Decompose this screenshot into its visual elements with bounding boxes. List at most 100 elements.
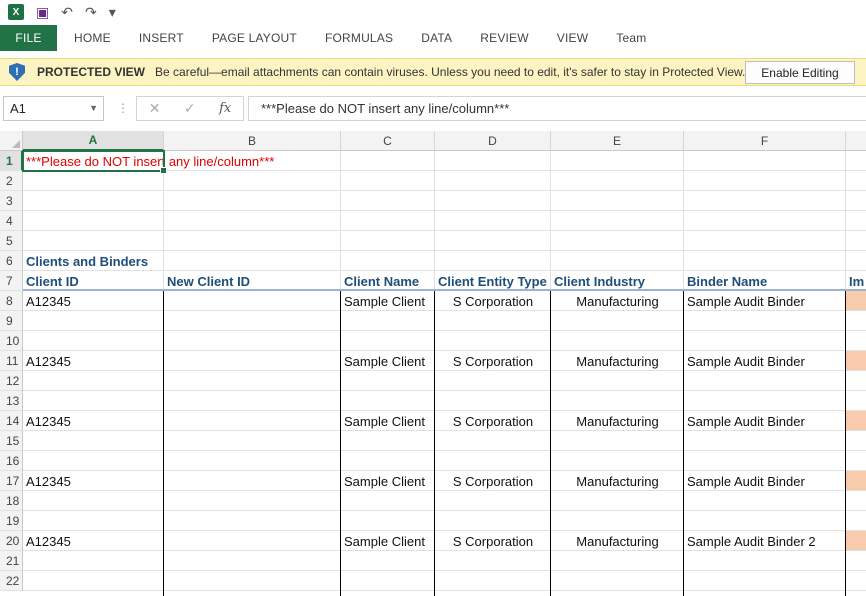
gridline-row [23, 570, 866, 571]
tab-formulas[interactable]: FORMULAS [311, 25, 407, 51]
industry-cell[interactable]: Manufacturing [551, 291, 684, 311]
column-header-c[interactable]: C [341, 131, 435, 151]
column-title[interactable]: Client Name [341, 271, 435, 291]
chevron-down-icon[interactable]: ▼ [89, 103, 98, 113]
client-id-cell[interactable]: A12345 [23, 351, 164, 371]
client-name-cell[interactable]: Sample Client [341, 471, 435, 491]
client-id-cell[interactable]: A12345 [23, 531, 164, 551]
client-id-cell[interactable]: A12345 [23, 291, 164, 311]
tab-insert[interactable]: INSERT [125, 25, 198, 51]
tab-file[interactable]: FILE [0, 25, 57, 51]
row-header-12[interactable]: 12 [0, 371, 23, 391]
binder-name-cell[interactable]: Sample Audit Binder [684, 411, 846, 431]
enable-editing-button[interactable]: Enable Editing [745, 61, 855, 84]
entity-type-cell[interactable]: S Corporation [435, 351, 551, 371]
client-name-cell[interactable]: Sample Client [341, 531, 435, 551]
row-header-20[interactable]: 20 [0, 531, 23, 551]
row-header-6[interactable]: 6 [0, 251, 23, 271]
entity-type-cell[interactable]: S Corporation [435, 471, 551, 491]
save-icon[interactable]: ▣ [36, 4, 49, 21]
column-header-d[interactable]: D [435, 131, 551, 151]
row-header-21[interactable]: 21 [0, 551, 23, 571]
row-header-19[interactable]: 19 [0, 511, 23, 531]
column-header-partial[interactable] [846, 131, 866, 151]
entity-type-cell[interactable]: S Corporation [435, 291, 551, 311]
row-header-9[interactable]: 9 [0, 311, 23, 331]
column-title[interactable]: Im [846, 271, 866, 291]
tab-team[interactable]: Team [602, 25, 660, 51]
new-client-id-cell[interactable] [164, 351, 341, 371]
import-cell[interactable] [846, 411, 866, 430]
column-title[interactable]: Binder Name [684, 271, 846, 291]
row-header-5[interactable]: 5 [0, 231, 23, 251]
formula-bar-grip-icon: ⋮ [117, 101, 129, 115]
column-title[interactable]: Client Entity Type [435, 271, 551, 291]
row-header-17[interactable]: 17 [0, 471, 23, 491]
cancel-icon[interactable]: ✕ [149, 100, 161, 117]
insert-function-icon[interactable]: fx [219, 101, 231, 116]
row-header-1[interactable]: 1 [0, 151, 23, 171]
client-name-cell[interactable]: Sample Client [341, 411, 435, 431]
column-title[interactable]: New Client ID [164, 271, 341, 291]
row-header-8[interactable]: 8 [0, 291, 23, 311]
entity-type-cell[interactable]: S Corporation [435, 411, 551, 431]
tab-view[interactable]: VIEW [543, 25, 602, 51]
binder-name-cell[interactable]: Sample Audit Binder 2 [684, 531, 846, 551]
tab-home[interactable]: HOME [60, 25, 125, 51]
formula-buttons: ✕ ✓ fx [136, 96, 244, 121]
new-client-id-cell[interactable] [164, 531, 341, 551]
binder-name-cell[interactable]: Sample Audit Binder [684, 351, 846, 371]
row-header-2[interactable]: 2 [0, 171, 23, 191]
cell-area[interactable]: ***Please do NOT insert any line/column*… [22, 150, 866, 596]
industry-cell[interactable]: Manufacturing [551, 471, 684, 491]
client-id-cell[interactable]: A12345 [23, 471, 164, 491]
formula-input[interactable]: ***Please do NOT insert any line/column*… [248, 96, 866, 121]
column-title[interactable]: Client Industry [551, 271, 684, 291]
client-name-cell[interactable]: Sample Client [341, 291, 435, 311]
tab-review[interactable]: REVIEW [466, 25, 543, 51]
shield-icon: ! [9, 63, 25, 81]
row-header-18[interactable]: 18 [0, 491, 23, 511]
column-header-a[interactable]: A [23, 131, 164, 151]
entity-type-cell[interactable]: S Corporation [435, 531, 551, 551]
binder-name-cell[interactable]: Sample Audit Binder [684, 471, 846, 491]
row-header-13[interactable]: 13 [0, 391, 23, 411]
import-cell[interactable] [846, 351, 866, 370]
row-header-11[interactable]: 11 [0, 351, 23, 371]
new-client-id-cell[interactable] [164, 291, 341, 311]
import-cell[interactable] [846, 471, 866, 490]
row-header-14[interactable]: 14 [0, 411, 23, 431]
redo-icon[interactable]: ↷ [85, 4, 97, 21]
row-header-16[interactable]: 16 [0, 451, 23, 471]
excel-app-icon: X [8, 4, 24, 20]
select-all-corner[interactable] [0, 131, 23, 151]
row-header-15[interactable]: 15 [0, 431, 23, 451]
row-header-4[interactable]: 4 [0, 211, 23, 231]
new-client-id-cell[interactable] [164, 411, 341, 431]
undo-icon[interactable]: ↶ [61, 4, 73, 21]
tab-page-layout[interactable]: PAGE LAYOUT [198, 25, 311, 51]
row-header-10[interactable]: 10 [0, 331, 23, 351]
industry-cell[interactable]: Manufacturing [551, 351, 684, 371]
column-title[interactable]: Client ID [23, 271, 164, 291]
row-header-7[interactable]: 7 [0, 271, 23, 291]
industry-cell[interactable]: Manufacturing [551, 531, 684, 551]
column-header-b[interactable]: B [164, 131, 341, 151]
enter-icon[interactable]: ✓ [184, 100, 196, 117]
binder-name-cell[interactable]: Sample Audit Binder [684, 291, 846, 311]
column-header-f[interactable]: F [684, 131, 846, 151]
name-box[interactable]: A1 ▼ [3, 96, 104, 121]
new-client-id-cell[interactable] [164, 471, 341, 491]
column-header-e[interactable]: E [551, 131, 684, 151]
protected-view-title: PROTECTED VIEW [37, 65, 146, 79]
customize-toolbar-icon[interactable]: ▾ [109, 4, 116, 21]
client-name-cell[interactable]: Sample Client [341, 351, 435, 371]
import-cell[interactable] [846, 291, 866, 310]
industry-cell[interactable]: Manufacturing [551, 411, 684, 431]
import-cell[interactable] [846, 531, 866, 550]
row-header-3[interactable]: 3 [0, 191, 23, 211]
row-header-22[interactable]: 22 [0, 571, 23, 591]
client-id-cell[interactable]: A12345 [23, 411, 164, 431]
tab-data[interactable]: DATA [407, 25, 466, 51]
section-title[interactable]: Clients and Binders [23, 251, 193, 271]
